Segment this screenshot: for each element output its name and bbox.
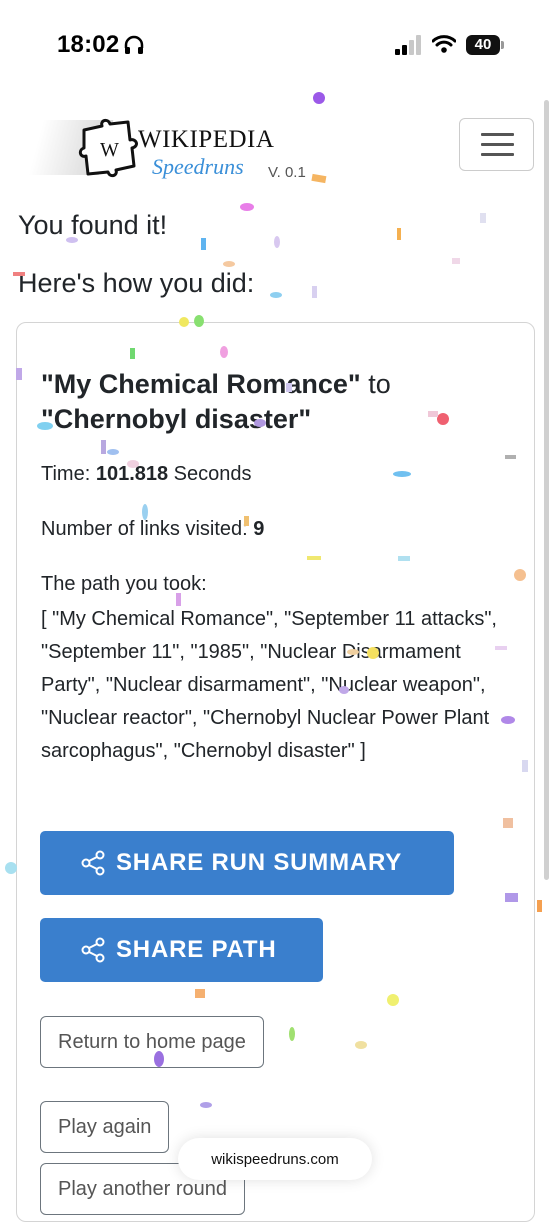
play-again-button[interactable]: Play again xyxy=(40,1101,170,1153)
time-stat: Time: 101.818 Seconds xyxy=(41,463,252,486)
battery-tip xyxy=(501,41,504,49)
result-subheading: Here's how you did: xyxy=(18,268,255,298)
headphone-icon xyxy=(124,35,144,54)
path-list: [ "My Chemical Romance", "September 11 a… xyxy=(41,608,497,762)
links-value: 9 xyxy=(253,518,265,540)
wifi-icon xyxy=(432,35,456,53)
status-bar: 18:02 40 xyxy=(0,0,552,90)
time-label: Time: xyxy=(41,463,96,485)
start-article: "My Chemical Romance" xyxy=(41,369,361,399)
share-run-summary-label: SHARE RUN SUMMARY xyxy=(116,849,403,876)
path-label: The path you took: xyxy=(41,573,207,595)
run-title: "My Chemical Romance" to "Chernobyl disa… xyxy=(41,367,511,437)
result-card: "My Chemical Romance" to "Chernobyl disa… xyxy=(16,322,535,1222)
share-run-summary-button[interactable]: SHARE RUN SUMMARY xyxy=(40,831,454,895)
menu-toggle-button[interactable] xyxy=(459,118,534,171)
logo-title: WIKIPEDIA xyxy=(138,126,275,153)
result-heading: You found it! xyxy=(18,210,168,240)
share-icon xyxy=(81,850,105,876)
battery-level-text: 40 xyxy=(474,36,492,53)
hamburger-icon-bar xyxy=(481,143,514,146)
hamburger-icon-bar xyxy=(481,153,514,156)
links-label: Number of links visited: xyxy=(41,518,254,540)
share-path-button[interactable]: SHARE PATH xyxy=(40,918,323,982)
end-article: "Chernobyl disaster" xyxy=(41,404,312,434)
status-time: 18:02 xyxy=(57,31,120,58)
site-logo[interactable]: W WIKIPEDIA Speedruns V. 0.1 xyxy=(28,110,326,185)
return-home-button[interactable]: Return to home page xyxy=(40,1016,264,1068)
logo-subtitle: Speedruns xyxy=(152,154,244,179)
title-connector: to xyxy=(360,369,391,399)
navbar: W WIKIPEDIA Speedruns V. 0.1 xyxy=(0,100,552,200)
browser-url-bar[interactable]: wikispeedruns.com xyxy=(178,1138,372,1180)
hamburger-icon-bar xyxy=(481,133,514,136)
puzzle-piece-icon: W xyxy=(78,118,138,178)
signal-icon xyxy=(395,35,421,55)
share-path-label: SHARE PATH xyxy=(116,936,277,963)
version-label: V. 0.1 xyxy=(268,164,306,181)
time-unit: Seconds xyxy=(168,463,252,485)
battery-indicator: 40 xyxy=(466,35,500,55)
logo-letter: W xyxy=(100,139,119,161)
share-icon xyxy=(81,937,105,963)
links-stat: Number of links visited: 9 xyxy=(41,518,264,541)
page-scrollbar[interactable] xyxy=(544,100,549,880)
time-value: 101.818 xyxy=(95,463,169,485)
